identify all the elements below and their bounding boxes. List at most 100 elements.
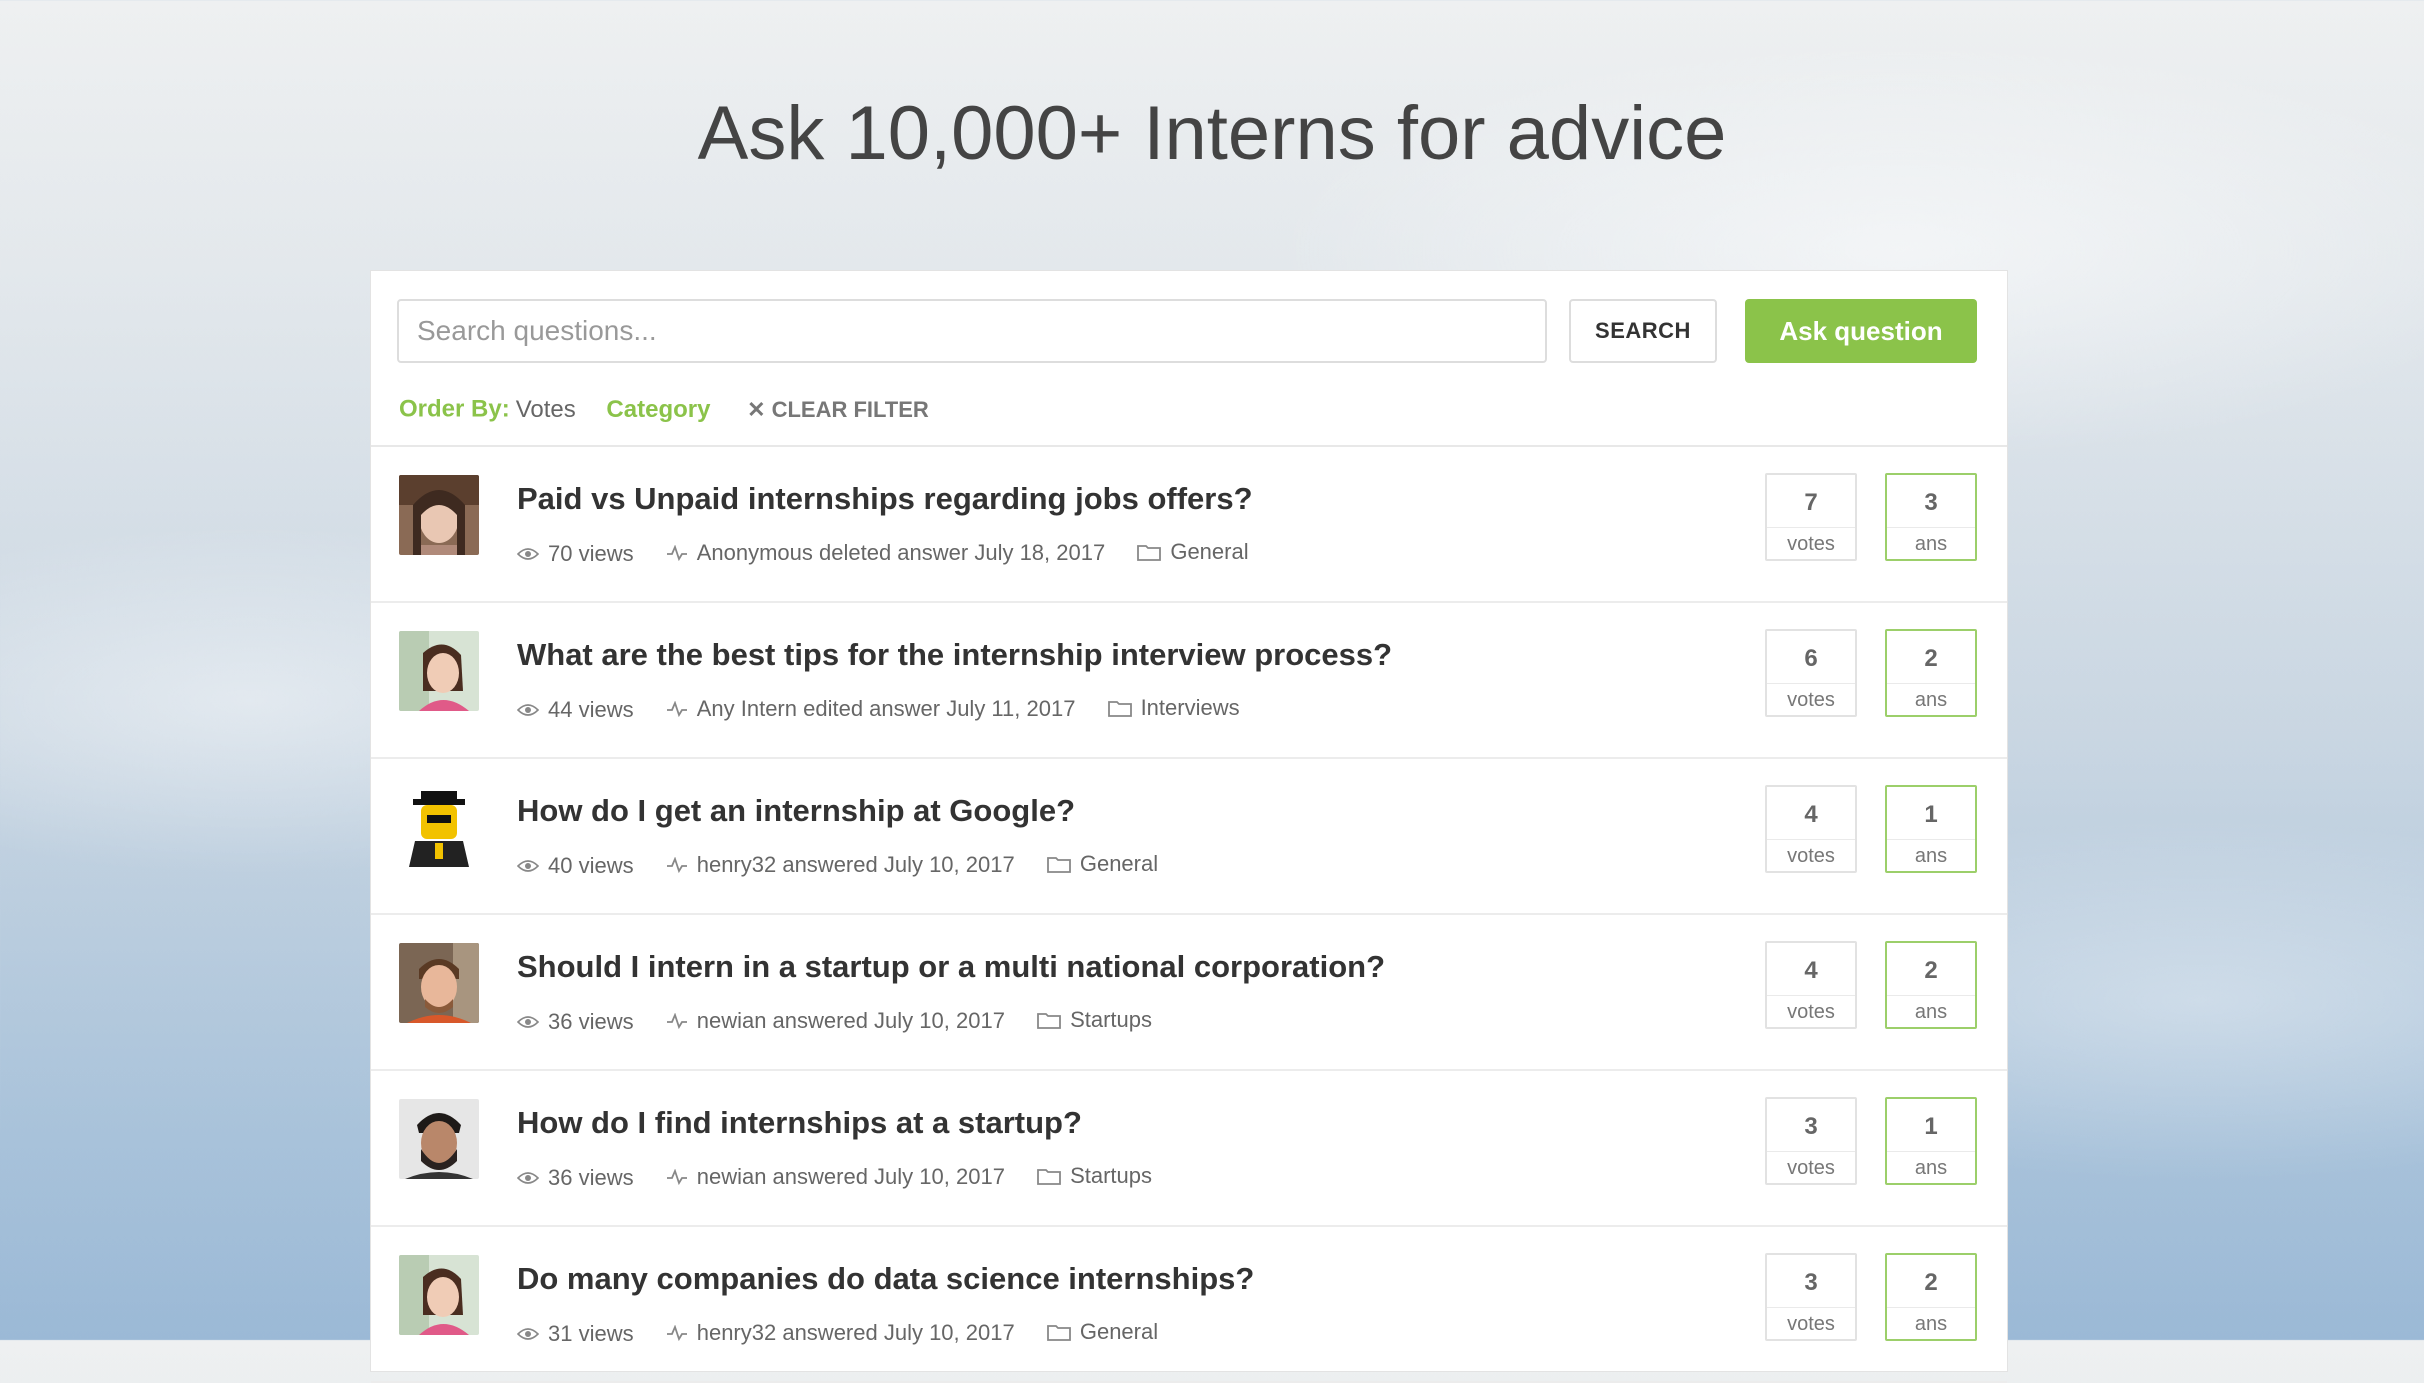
search-button[interactable]: SEARCH — [1569, 299, 1717, 363]
folder-icon — [1037, 1013, 1061, 1029]
ask-question-button[interactable]: Ask question — [1745, 299, 1977, 363]
category-filter[interactable]: Category — [606, 396, 710, 423]
view-count: 36 views — [548, 1165, 634, 1190]
answer-count-box: 2 ans — [1885, 629, 1977, 717]
question-title[interactable]: Paid vs Unpaid internships regarding job… — [517, 481, 1253, 517]
vote-count: 7 — [1767, 475, 1855, 528]
eye-icon — [517, 548, 539, 560]
answer-count: 1 — [1887, 787, 1975, 840]
answer-count-box: 2 ans — [1885, 1253, 1977, 1341]
eye-icon — [517, 860, 539, 872]
last-activity: Anonymous deleted answer July 18, 2017 — [696, 540, 1106, 565]
activity-pulse-icon — [666, 1169, 687, 1185]
question-meta: 44 views Any Intern edited answer July 1… — [517, 695, 1266, 723]
clear-filter-button[interactable]: ✕ CLEAR FILTER — [747, 396, 929, 423]
avatar — [399, 631, 479, 711]
question-title[interactable]: Do many companies do data science intern… — [517, 1261, 1254, 1297]
vote-count-box: 6 votes — [1765, 629, 1857, 717]
last-activity: newian answered July 10, 2017 — [696, 1164, 1005, 1189]
answer-label: ans — [1914, 1313, 1948, 1335]
vote-count: 3 — [1767, 1255, 1855, 1308]
filter-bar: Order By: Votes Category ✕ CLEAR FILTER — [399, 395, 929, 424]
answer-label: ans — [1914, 845, 1948, 867]
eye-icon — [517, 1172, 539, 1184]
answer-label: ans — [1914, 533, 1948, 555]
last-activity: henry32 answered July 10, 2017 — [696, 1320, 1015, 1345]
answer-count-box: 2 ans — [1885, 941, 1977, 1029]
vote-label: votes — [1787, 1001, 1835, 1023]
last-activity: henry32 answered July 10, 2017 — [696, 852, 1015, 877]
answer-count-box: 1 ans — [1885, 785, 1977, 873]
eye-icon — [517, 1016, 539, 1028]
folder-icon — [1046, 857, 1071, 873]
question-category[interactable]: Startups — [1070, 1007, 1152, 1033]
vote-count-box: 4 votes — [1765, 941, 1857, 1029]
question-title[interactable]: What are the best tips for the internshi… — [517, 637, 1392, 673]
clear-filter-label: CLEAR FILTER — [771, 397, 929, 423]
vote-count-box: 3 votes — [1765, 1097, 1857, 1185]
search-input[interactable] — [397, 299, 1547, 363]
question-row[interactable]: Do many companies do data science intern… — [371, 1227, 2007, 1383]
question-row[interactable]: How do I get an internship at Google? 40… — [371, 759, 2007, 915]
question-meta: 36 views newian answered July 10, 2017 S… — [517, 1163, 1178, 1191]
order-by-dropdown[interactable]: Votes — [516, 396, 576, 423]
last-activity: Any Intern edited answer July 11, 2017 — [696, 696, 1076, 721]
folder-icon — [1046, 1325, 1071, 1341]
vote-label: votes — [1787, 845, 1835, 867]
question-row[interactable]: How do I find internships at a startup? … — [371, 1071, 2007, 1227]
vote-count: 4 — [1767, 787, 1855, 840]
question-category[interactable]: General — [1170, 539, 1248, 565]
folder-icon — [1137, 545, 1162, 561]
avatar — [399, 475, 479, 555]
question-category[interactable]: Startups — [1070, 1163, 1152, 1189]
question-meta: 36 views newian answered July 10, 2017 S… — [517, 1007, 1178, 1035]
close-icon: ✕ — [747, 397, 766, 423]
view-count: 40 views — [548, 853, 634, 878]
vote-count: 6 — [1767, 631, 1855, 684]
question-category[interactable]: General — [1080, 1319, 1158, 1345]
folder-icon — [1107, 701, 1132, 717]
question-title[interactable]: How do I get an internship at Google? — [517, 793, 1075, 829]
vote-label: votes — [1787, 1157, 1835, 1179]
question-category[interactable]: Interviews — [1141, 695, 1240, 721]
avatar — [399, 943, 479, 1023]
vote-count-box: 3 votes — [1765, 1253, 1857, 1341]
vote-count-box: 4 votes — [1765, 785, 1857, 873]
answer-count-box: 1 ans — [1885, 1097, 1977, 1185]
question-title[interactable]: Should I intern in a startup or a multi … — [517, 949, 1385, 985]
answer-count: 3 — [1887, 475, 1975, 528]
answer-count: 1 — [1887, 1099, 1975, 1152]
question-row[interactable]: Paid vs Unpaid internships regarding job… — [371, 447, 2007, 603]
answer-count: 2 — [1887, 631, 1975, 684]
question-meta: 40 views henry32 answered July 10, 2017 … — [517, 851, 1184, 879]
eye-icon — [517, 704, 539, 716]
order-by-label: Order By: — [399, 395, 510, 423]
answer-label: ans — [1914, 1001, 1948, 1023]
avatar — [399, 1099, 479, 1179]
activity-pulse-icon — [666, 1013, 687, 1029]
vote-count: 3 — [1767, 1099, 1855, 1152]
answer-label: ans — [1914, 689, 1948, 711]
search-toolbar: SEARCH Ask question Order By:Votes Categ… — [371, 271, 2007, 447]
last-activity: newian answered July 10, 2017 — [696, 1008, 1005, 1033]
avatar — [399, 787, 479, 867]
answer-count: 2 — [1887, 1255, 1975, 1308]
vote-label: votes — [1787, 689, 1835, 711]
question-category[interactable]: General — [1080, 851, 1158, 877]
question-title[interactable]: How do I find internships at a startup? — [517, 1105, 1082, 1141]
view-count: 70 views — [548, 541, 634, 566]
answer-count-box: 3 ans — [1885, 473, 1977, 561]
question-row[interactable]: What are the best tips for the internshi… — [371, 603, 2007, 759]
activity-pulse-icon — [666, 1325, 687, 1341]
vote-label: votes — [1787, 533, 1835, 555]
answer-count: 2 — [1887, 943, 1975, 996]
answer-label: ans — [1914, 1157, 1948, 1179]
view-count: 44 views — [548, 697, 634, 722]
question-row[interactable]: Should I intern in a startup or a multi … — [371, 915, 2007, 1071]
vote-count-box: 7 votes — [1765, 473, 1857, 561]
vote-count: 4 — [1767, 943, 1855, 996]
page-title: Ask 10,000+ Interns for advice — [697, 91, 1727, 176]
view-count: 31 views — [548, 1321, 634, 1346]
folder-icon — [1037, 1169, 1061, 1185]
eye-icon — [517, 1328, 539, 1340]
